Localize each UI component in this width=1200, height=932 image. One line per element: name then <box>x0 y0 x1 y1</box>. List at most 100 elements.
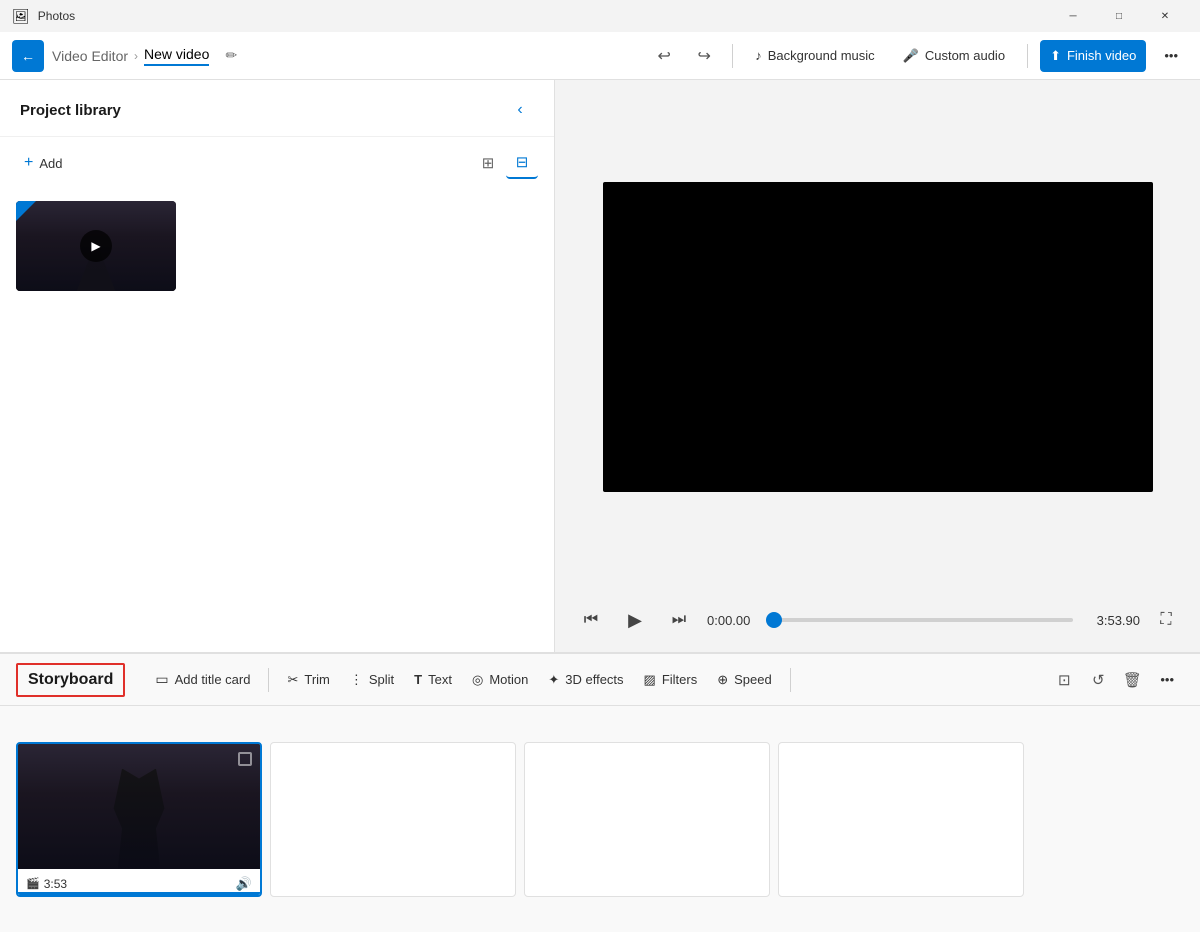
text-icon: T <box>414 672 422 687</box>
filters-label: Filters <box>662 672 697 687</box>
clip-duration: 🎬 3:53 <box>26 877 67 891</box>
trim-label: Trim <box>304 672 330 687</box>
back-icon: ← <box>21 48 35 64</box>
storyboard-divider-1 <box>268 668 269 692</box>
fullscreen-icon: ⛶ <box>1160 611 1171 629</box>
preview-panel: ⏮ ▶ ⏭ 0:00.00 3:53.90 ⛶ <box>555 80 1200 652</box>
play-overlay: ▶ <box>80 230 112 262</box>
split-button[interactable]: ⋮ Split <box>340 662 404 698</box>
video-preview <box>603 182 1153 492</box>
skip-forward-button[interactable]: ⏭ <box>663 604 695 636</box>
panel-title: Project library <box>20 102 121 119</box>
add-label: Add <box>39 156 62 171</box>
trim-icon: ✂ <box>287 672 298 688</box>
storyboard-section: Storyboard ▭ Add title card ✂ Trim ⋮ Spl… <box>0 652 1200 932</box>
back-button[interactable]: ← <box>12 40 44 72</box>
grid-view-button[interactable]: ⊞ <box>472 147 504 179</box>
clip-thumbnail <box>18 744 260 869</box>
skip-back-button[interactable]: ⏮ <box>575 604 607 636</box>
skip-back-icon: ⏮ <box>584 611 598 629</box>
minimize-button[interactable]: ─ <box>1050 0 1096 32</box>
more-options-button[interactable]: ••• <box>1154 40 1188 72</box>
pencil-icon: ✏ <box>226 47 238 64</box>
timeline-clip[interactable]: 🎬 3:53 🔊 <box>16 742 262 897</box>
effects-button[interactable]: ✦ 3D effects <box>538 662 633 698</box>
audio-icon: 🎤 <box>903 48 919 64</box>
preview-area <box>555 80 1200 594</box>
undo-icon: ↩ <box>658 46 671 66</box>
close-button[interactable]: ✕ <box>1142 0 1188 32</box>
custom-audio-button[interactable]: 🎤 Custom audio <box>893 40 1015 72</box>
rotate-icon: ↺ <box>1092 671 1105 689</box>
background-music-button[interactable]: ♪ Background music <box>745 40 884 72</box>
speed-button[interactable]: ⊕ Speed <box>707 662 782 698</box>
media-grid: ▶ <box>0 189 554 303</box>
maximize-button[interactable]: □ <box>1096 0 1142 32</box>
redo-icon: ↪ <box>698 46 711 66</box>
add-media-button[interactable]: + Add <box>16 150 70 176</box>
toolbar-divider-2 <box>1027 44 1028 68</box>
view-toggle: ⊞ ⊟ <box>472 147 538 179</box>
seek-bar[interactable] <box>774 618 1073 622</box>
play-icon: ▶ <box>628 610 642 631</box>
seek-thumb[interactable] <box>766 612 782 628</box>
storyboard-right-tools: ⊡ ↺ 🗑 ••• <box>1048 662 1184 698</box>
skip-forward-icon: ⏭ <box>672 611 686 629</box>
rotate-button[interactable]: ↺ <box>1082 664 1114 696</box>
delete-clip-button[interactable]: 🗑 <box>1116 664 1148 696</box>
redo-button[interactable]: ↪ <box>688 40 720 72</box>
add-icon: + <box>24 154 33 172</box>
breadcrumb: Video Editor › New video <box>52 46 209 66</box>
clip-progress-line <box>18 892 260 895</box>
storyboard-toolbar: Storyboard ▭ Add title card ✂ Trim ⋮ Spl… <box>0 654 1200 706</box>
play-button[interactable]: ▶ <box>619 604 651 636</box>
breadcrumb-separator: › <box>134 49 138 63</box>
text-button[interactable]: T Text <box>404 662 462 698</box>
effects-icon: ✦ <box>548 672 559 688</box>
filters-button[interactable]: ▨ Filters <box>634 662 708 698</box>
title-bar: 🖼 Photos ─ □ ✕ <box>0 0 1200 32</box>
media-item[interactable]: ▶ <box>16 201 176 291</box>
collapse-panel-button[interactable]: ‹ <box>506 96 534 124</box>
split-icon: ⋮ <box>350 672 363 688</box>
fullscreen-button[interactable]: ⛶ <box>1152 606 1180 634</box>
project-library-panel: Project library ‹ + Add ⊞ ⊟ <box>0 80 555 652</box>
resize-icon: ⊡ <box>1058 671 1071 689</box>
playback-controls: ⏮ ▶ ⏭ 0:00.00 3:53.90 ⛶ <box>555 594 1200 652</box>
empty-timeline-slot <box>778 742 1024 897</box>
storyboard-more-button[interactable]: ••• <box>1150 662 1184 698</box>
split-label: Split <box>369 672 394 687</box>
rename-button[interactable]: ✏ <box>217 42 245 70</box>
motion-button[interactable]: ◎ Motion <box>462 662 538 698</box>
filters-icon: ▨ <box>644 672 656 688</box>
add-title-card-label: Add title card <box>175 672 251 687</box>
empty-timeline-slot <box>524 742 770 897</box>
trim-button[interactable]: ✂ Trim <box>277 662 339 698</box>
finish-video-label: Finish video <box>1067 48 1136 63</box>
end-time: 3:53.90 <box>1085 613 1140 628</box>
panel-header: Project library ‹ <box>0 80 554 137</box>
export-icon: ⬆ <box>1050 48 1061 64</box>
resize-clip-button[interactable]: ⊡ <box>1048 664 1080 696</box>
undo-button[interactable]: ↩ <box>648 40 680 72</box>
list-view-button[interactable]: ⊟ <box>506 147 538 179</box>
chevron-left-icon: ‹ <box>517 101 522 119</box>
top-toolbar: ← Video Editor › New video ✏ ↩ ↪ ♪ Backg… <box>0 32 1200 80</box>
title-card-icon: ▭ <box>155 671 168 688</box>
finish-video-button[interactable]: ⬆ Finish video <box>1040 40 1146 72</box>
title-bar-left: 🖼 Photos <box>12 8 75 25</box>
film-icon: 🎬 <box>26 877 40 890</box>
add-title-card-button[interactable]: ▭ Add title card <box>145 662 260 698</box>
music-icon: ♪ <box>755 48 762 63</box>
custom-audio-label: Custom audio <box>925 48 1005 63</box>
panel-toolbar: + Add ⊞ ⊟ <box>0 137 554 189</box>
title-bar-controls: ─ □ ✕ <box>1050 0 1188 32</box>
storyboard-timeline: 🎬 3:53 🔊 <box>0 706 1200 932</box>
corner-tag <box>16 201 36 221</box>
current-time: 0:00.00 <box>707 613 762 628</box>
motion-icon: ◎ <box>472 672 483 688</box>
list-icon: ⊟ <box>516 153 529 171</box>
storyboard-label: Storyboard <box>16 663 125 697</box>
background-music-label: Background music <box>768 48 875 63</box>
breadcrumb-parent[interactable]: Video Editor <box>52 48 128 64</box>
